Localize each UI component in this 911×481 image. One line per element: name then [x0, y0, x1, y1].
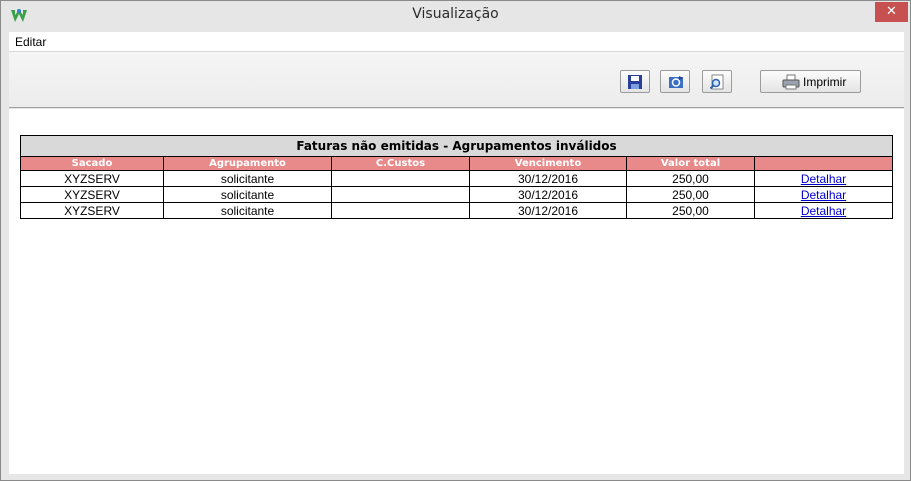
close-button[interactable]: ✕ — [875, 2, 908, 22]
save-button[interactable] — [620, 70, 650, 93]
menu-editar[interactable]: Editar — [15, 35, 46, 49]
cell-vencimento: 30/12/2016 — [469, 202, 627, 219]
cell-valor: 250,00 — [626, 202, 755, 219]
col-agrupamento: Agrupamento — [163, 156, 332, 171]
window-title: Visualização — [412, 6, 499, 22]
detalhar-link[interactable]: Detalhar — [801, 188, 846, 202]
detalhar-link[interactable]: Detalhar — [801, 172, 846, 186]
cell-acao: Detalhar — [754, 170, 893, 187]
invoices-table: Faturas não emitidas - Agrupamentos invá… — [20, 135, 893, 219]
cell-sacado: XYZSERV — [20, 202, 164, 219]
title-bar[interactable]: Visualização ✕ — [1, 1, 910, 31]
save-icon — [628, 75, 642, 89]
cell-valor: 250,00 — [626, 186, 755, 203]
table-row: XYZSERV solicitante 30/12/2016 250,00 De… — [20, 186, 893, 203]
cell-ccustos — [331, 170, 470, 187]
table-row: XYZSERV solicitante 30/12/2016 250,00 De… — [20, 170, 893, 187]
printer-icon — [782, 74, 800, 90]
col-vencimento: Vencimento — [469, 156, 627, 171]
zoom-icon — [709, 74, 724, 90]
menu-bar: Editar — [9, 32, 904, 51]
zoom-button[interactable] — [702, 70, 732, 93]
col-ccustos: C.Custos — [331, 156, 470, 171]
col-sacado: Sacado — [20, 156, 164, 171]
print-button[interactable]: Imprimir — [760, 70, 861, 93]
cell-sacado: XYZSERV — [20, 186, 164, 203]
cell-valor: 250,00 — [626, 170, 755, 187]
detalhar-link[interactable]: Detalhar — [801, 204, 846, 218]
print-label: Imprimir — [803, 75, 847, 89]
cell-acao: Detalhar — [754, 186, 893, 203]
table-header: Sacado Agrupamento C.Custos Vencimento V… — [20, 156, 893, 171]
report-area: Faturas não emitidas - Agrupamentos invá… — [9, 109, 904, 474]
cell-agrupamento: solicitante — [163, 202, 332, 219]
cell-agrupamento: solicitante — [163, 186, 332, 203]
cell-ccustos — [331, 202, 470, 219]
cell-vencimento: 30/12/2016 — [469, 170, 627, 187]
col-acao — [754, 156, 893, 171]
toolbar: Imprimir — [9, 51, 904, 108]
preview-window: Visualização ✕ Editar Imprimir Faturas n… — [0, 0, 911, 481]
cell-ccustos — [331, 186, 470, 203]
report-title: Faturas não emitidas - Agrupamentos invá… — [20, 135, 893, 157]
col-valor-total: Valor total — [626, 156, 755, 171]
cell-sacado: XYZSERV — [20, 170, 164, 187]
table-row: XYZSERV solicitante 30/12/2016 250,00 De… — [20, 202, 893, 219]
refresh-button[interactable] — [660, 70, 690, 93]
refresh-icon — [669, 76, 683, 88]
cell-agrupamento: solicitante — [163, 170, 332, 187]
cell-vencimento: 30/12/2016 — [469, 186, 627, 203]
cell-acao: Detalhar — [754, 202, 893, 219]
